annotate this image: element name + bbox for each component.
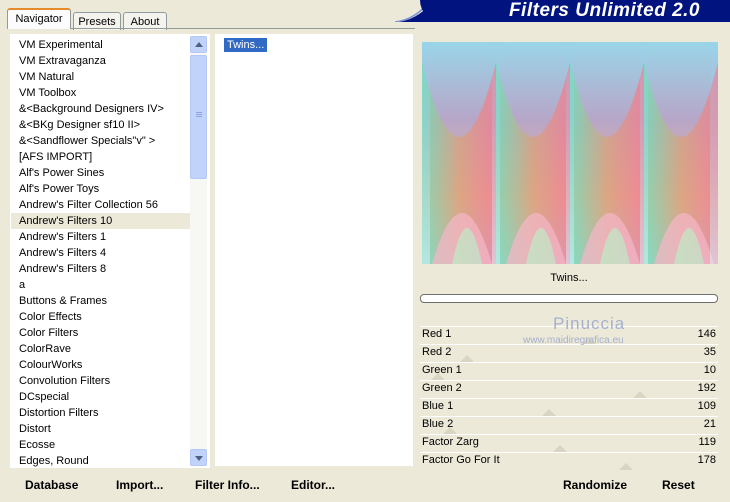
slider-label: Red 1: [422, 328, 452, 340]
category-list-item[interactable]: ColourWorks: [11, 357, 191, 373]
watermark-name: Pinuccia: [553, 314, 626, 333]
slider-value: 10: [703, 364, 716, 376]
slider-value: 35: [703, 346, 716, 358]
slider-track[interactable]: [420, 416, 718, 417]
category-list-item[interactable]: &<Sandflower Specials"v" >: [11, 133, 191, 149]
category-list-item[interactable]: Andrew's Filters 8: [11, 261, 191, 277]
slider-row[interactable]: Factor Zarg 119: [420, 434, 718, 452]
category-list-item[interactable]: DCspecial: [11, 389, 191, 405]
slider-value: 21: [703, 418, 716, 430]
slider-track[interactable]: [420, 434, 718, 435]
filter-preview: [422, 42, 718, 264]
slider-thumb[interactable]: [633, 391, 647, 398]
scroll-up-button[interactable]: [190, 36, 207, 53]
category-list-item[interactable]: &<Background Designers IV>: [11, 101, 191, 117]
slider-track[interactable]: [420, 380, 718, 381]
scroll-down-button[interactable]: [190, 449, 207, 466]
slider-row[interactable]: Factor Go For It 178: [420, 452, 718, 470]
slider-row[interactable]: Red 2 35: [420, 344, 718, 362]
slider-value: 109: [697, 400, 716, 412]
category-list-item[interactable]: Buttons & Frames: [11, 293, 191, 309]
current-filter-name: Twins...: [550, 272, 588, 284]
slider-value: 119: [698, 436, 716, 448]
slider-label: Green 1: [422, 364, 462, 376]
slider-row[interactable]: Green 1 10: [420, 362, 718, 380]
filter-list-item[interactable]: Twins...: [224, 38, 268, 52]
category-list-item[interactable]: Convolution Filters: [11, 373, 191, 389]
category-list-item[interactable]: VM Extravaganza: [11, 53, 191, 69]
category-list-item[interactable]: Alf's Power Sines: [11, 165, 191, 181]
scroll-thumb[interactable]: [190, 55, 207, 179]
slider-track[interactable]: [420, 362, 718, 363]
category-list-item[interactable]: Alf's Power Toys: [11, 181, 191, 197]
chevron-up-icon: [195, 42, 203, 47]
slider-row[interactable]: Blue 2 21: [420, 416, 718, 434]
randomize-button[interactable]: Randomize: [563, 478, 627, 492]
category-list-item[interactable]: VM Toolbox: [11, 85, 191, 101]
slider-value: 192: [697, 382, 716, 394]
filter-info-button[interactable]: Filter Info...: [195, 478, 260, 492]
slider-track[interactable]: [420, 398, 718, 399]
database-button[interactable]: Database: [25, 478, 78, 492]
category-list-item[interactable]: Distort: [11, 421, 191, 437]
slider-label: Factor Go For It: [422, 454, 500, 466]
preview-image: [422, 42, 718, 264]
category-list-item[interactable]: Color Effects: [11, 309, 191, 325]
filter-list-panel[interactable]: Twins...: [215, 34, 413, 466]
slider-thumb[interactable]: [553, 445, 567, 452]
import-button[interactable]: Import...: [116, 478, 163, 492]
category-list-item[interactable]: ColorRave: [11, 341, 191, 357]
category-list-item[interactable]: Distortion Filters: [11, 405, 191, 421]
category-list-item[interactable]: Color Filters: [11, 325, 191, 341]
slider-label: Blue 2: [422, 418, 454, 430]
slider-label: Green 2: [422, 382, 462, 394]
category-list-item[interactable]: Ecosse: [11, 437, 191, 453]
watermark-url: www.maidiregrafica.eu: [523, 335, 624, 346]
editor-button[interactable]: Editor...: [291, 478, 335, 492]
slider-row[interactable]: Green 2 192: [420, 380, 718, 398]
category-list-item[interactable]: Andrew's Filters 1: [11, 229, 191, 245]
category-list[interactable]: VM Experimental VM Extravaganza VM Natural…: [11, 37, 191, 467]
chevron-down-icon: [195, 456, 203, 461]
slider-thumb[interactable]: [542, 409, 556, 416]
category-list-item[interactable]: [AFS IMPORT]: [11, 149, 191, 165]
category-list-item[interactable]: Andrew's Filter Collection 56: [11, 197, 191, 213]
slider-row[interactable]: Blue 1 109: [420, 398, 718, 416]
tab-navigator[interactable]: Navigator: [7, 8, 71, 29]
slider-value: 178: [697, 454, 716, 466]
reset-button[interactable]: Reset: [662, 478, 695, 492]
progress-bar: [420, 294, 718, 303]
slider-label: Red 2: [422, 346, 452, 358]
category-scrollbar[interactable]: [190, 36, 207, 466]
category-list-panel[interactable]: VM Experimental VM Extravaganza VM Natural…: [10, 34, 210, 468]
grip-icon: [196, 112, 202, 113]
category-list-item[interactable]: &<BKg Designer sf10 II>: [11, 117, 191, 133]
category-list-item[interactable]: VM Experimental: [11, 37, 191, 53]
category-list-item[interactable]: a: [11, 277, 191, 293]
app-title-banner: Filters Unlimited 2.0: [420, 0, 730, 22]
slider-label: Factor Zarg: [422, 436, 479, 448]
slider-label: Blue 1: [422, 400, 454, 412]
slider-thumb[interactable]: [619, 463, 633, 470]
category-list-item[interactable]: VM Natural: [11, 69, 191, 85]
category-list-item[interactable]: Andrew's Filters 10: [11, 213, 191, 229]
category-list-item[interactable]: Edges, Round: [11, 453, 191, 467]
category-list-item[interactable]: Andrew's Filters 4: [11, 245, 191, 261]
slider-value: 146: [697, 328, 716, 340]
slider-thumb[interactable]: [460, 355, 474, 362]
slider-track[interactable]: [420, 452, 718, 453]
